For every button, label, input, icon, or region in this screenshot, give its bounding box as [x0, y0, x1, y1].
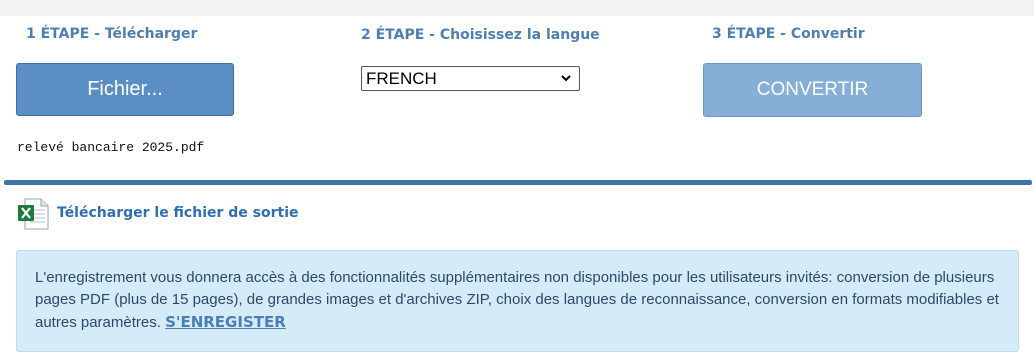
download-output-link[interactable]: Télécharger le fichier de sortie: [57, 205, 299, 221]
register-link[interactable]: S'ENREGISTER: [165, 313, 286, 331]
choose-file-label: Fichier...: [87, 78, 163, 100]
step1-title: 1 ÉTAPE - Télécharger: [26, 26, 198, 42]
top-strip: [0, 0, 1034, 16]
step2-title: 2 ÉTAPE - Choisissez la langue: [361, 27, 600, 43]
convert-button[interactable]: CONVERTIR: [703, 63, 922, 117]
section-divider: [4, 180, 1032, 185]
registration-info-box: L'enregistrement vous donnera accès à de…: [16, 250, 1019, 352]
step3-title: 3 ÉTAPE - Convertir: [712, 26, 865, 42]
choose-file-button[interactable]: Fichier...: [16, 63, 234, 116]
language-select[interactable]: FRENCH: [361, 66, 580, 91]
selected-file-name: relevé bancaire 2025.pdf: [17, 140, 205, 155]
excel-file-icon[interactable]: [16, 197, 50, 231]
language-select-value: FRENCH: [366, 68, 437, 88]
convert-label: CONVERTIR: [756, 79, 869, 100]
chevron-down-icon: [561, 75, 571, 82]
